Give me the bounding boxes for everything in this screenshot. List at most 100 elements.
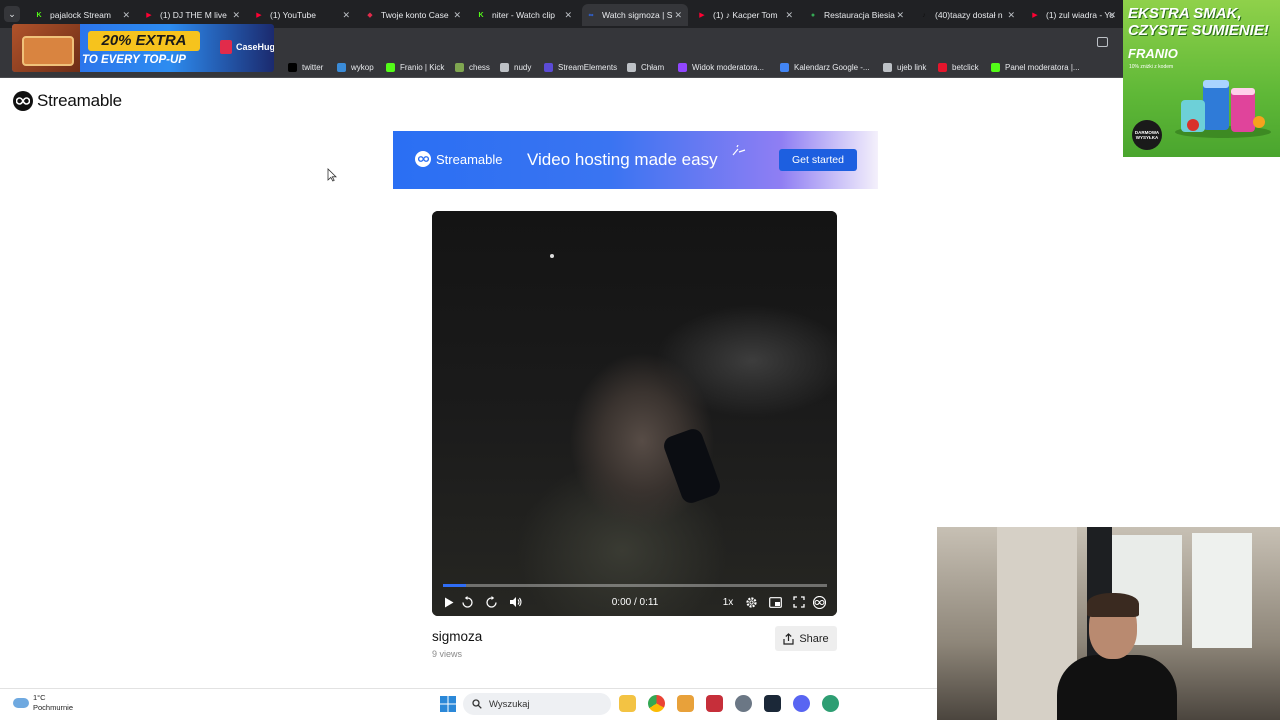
forward-icon[interactable]: [484, 595, 498, 609]
video-title: sigmoza: [432, 629, 483, 644]
tab-favicon-icon: K: [478, 11, 484, 19]
progress-fill: [443, 584, 467, 587]
weather-temperature: 1°C: [33, 693, 46, 702]
chrome-icon[interactable]: [648, 695, 665, 712]
rewind-icon[interactable]: [460, 595, 474, 609]
tab-close-icon[interactable]: ✕: [122, 10, 130, 21]
app-icon-green[interactable]: [822, 695, 839, 712]
volume-icon[interactable]: [508, 595, 522, 609]
translate-icon[interactable]: [1097, 37, 1108, 47]
browser-tab[interactable]: ◆ Twoje konto Case ✕: [361, 4, 467, 26]
casehug-ad-banner[interactable]: 20% EXTRA TO EVERY TOP-UP CaseHug: [12, 24, 274, 72]
browser-tab[interactable]: ▶ (1) DJ THE M live ✕: [140, 4, 246, 26]
weather-condition: Pochmurnie: [33, 703, 74, 712]
tab-close-icon[interactable]: ✕: [1007, 10, 1015, 21]
banner-logo-icon: [415, 151, 431, 167]
browser-tab[interactable]: ▶ (1) YouTube ✕: [250, 4, 356, 26]
app-icon-red[interactable]: [706, 695, 723, 712]
streamable-logo-icon: [13, 91, 33, 111]
tab-favicon-icon: ∞: [588, 11, 594, 19]
tab-close-icon[interactable]: ✕: [342, 10, 350, 21]
weather-widget[interactable]: 1°C Pochmurnie: [13, 693, 73, 713]
tab-close-icon[interactable]: ✕: [896, 10, 904, 21]
share-button[interactable]: Share: [775, 626, 837, 651]
tab-close-icon[interactable]: ✕: [453, 10, 461, 21]
streamable-logo[interactable]: Streamable: [13, 91, 122, 111]
franio-ad-banner[interactable]: EKSTRA SMAK, CZYSTE SUMIENIE! FRANIO 10%…: [1123, 0, 1280, 157]
video-player[interactable]: 0:00 / 0:11 1x: [432, 211, 837, 616]
browser-tab[interactable]: ▶ (1) ♪ Kacper Tom ✕: [693, 4, 799, 26]
ad-topup-text: TO EVERY TOP-UP: [82, 54, 186, 66]
browser-tab[interactable]: Kpajalock Stream ✕: [30, 4, 136, 26]
casehug-brand-text: CaseHug: [236, 42, 274, 52]
bookmark-label: Chłam: [641, 62, 665, 72]
bookmark-label: ujeb link: [897, 62, 927, 72]
browser-tab[interactable]: ▶ (1) zul wiadra - Yo ✕: [1026, 4, 1122, 26]
tab-title: (1) YouTube: [270, 10, 316, 20]
ad-extra-text: 20% EXTRA: [88, 31, 200, 51]
banner-tagline: Video hosting made easy: [527, 150, 718, 169]
bookmark-item[interactable]: ujeb link: [883, 61, 926, 73]
tab-title: Watch sigmoza | S: [602, 10, 673, 20]
ad-sub-text: 10% zniżki z kodem: [1129, 64, 1174, 70]
bookmark-item[interactable]: twitter: [288, 61, 323, 73]
tab-close-icon[interactable]: ✕: [785, 10, 793, 21]
browser-tab[interactable]: ♪ (40)taazy dostał n ✕: [915, 4, 1021, 26]
bookmark-item[interactable]: Widok moderatora...: [678, 61, 764, 73]
bookmark-label: Franio | Kick: [400, 62, 445, 72]
tab-title: (40)taazy dostał n: [935, 10, 1003, 20]
time-display: 0:00 / 0:11: [611, 596, 659, 608]
taskbar-search-input[interactable]: Wyszukaj: [463, 693, 611, 715]
streamable-player-logo-icon[interactable]: [812, 595, 826, 609]
file-explorer-icon[interactable]: [619, 695, 636, 712]
bookmark-label: chess: [469, 62, 490, 72]
bookmark-favicon-icon: [938, 62, 947, 72]
windows-start-icon[interactable]: [440, 696, 456, 712]
bookmark-favicon-icon: [288, 62, 297, 72]
cloud-icon: [13, 698, 29, 708]
get-started-button[interactable]: Get started: [779, 149, 857, 171]
bookmark-label: Widok moderatora...: [692, 62, 765, 72]
tab-close-icon[interactable]: ✕: [674, 10, 682, 21]
bookmark-item[interactable]: Kalendarz Google -...: [780, 61, 870, 73]
bookmark-item[interactable]: Panel moderatora |...: [991, 61, 1080, 73]
app-icon-orange[interactable]: [677, 695, 694, 712]
tab-close-icon[interactable]: ✕: [564, 10, 572, 21]
bookmark-label: nudy: [514, 62, 532, 72]
bookmark-item[interactable]: Franio | Kick: [386, 61, 444, 73]
play-icon[interactable]: [442, 595, 456, 609]
settings-gear-icon[interactable]: [744, 595, 758, 609]
tab-favicon-icon: K: [36, 11, 42, 19]
fullscreen-icon[interactable]: [792, 595, 806, 609]
tab-close-icon[interactable]: ✕: [232, 10, 240, 21]
browser-tab[interactable]: Kniter - Watch clip ✕: [472, 4, 578, 26]
playback-speed-button[interactable]: 1x: [719, 595, 737, 609]
progress-bar[interactable]: [443, 584, 827, 587]
bookmark-item[interactable]: chess: [455, 61, 490, 73]
tab-favicon-icon: ▶: [146, 12, 152, 19]
share-icon: [783, 632, 794, 645]
streamable-logo-text: Streamable: [37, 91, 122, 110]
bookmark-favicon-icon: [883, 62, 892, 72]
bookmark-item[interactable]: Chłam: [627, 61, 664, 73]
tab-title: pajalock Stream: [50, 10, 111, 20]
bookmark-item[interactable]: betclick: [938, 61, 979, 73]
steam-icon[interactable]: [764, 695, 781, 712]
settings-icon[interactable]: [735, 695, 752, 712]
browser-tab[interactable]: ∞ Watch sigmoza | S ✕: [582, 4, 688, 26]
webcam-hair: [1087, 593, 1139, 617]
picture-in-picture-icon[interactable]: [768, 595, 782, 609]
video-frame[interactable]: [432, 211, 837, 616]
tab-title: niter - Watch clip: [492, 10, 555, 20]
tab-search-button[interactable]: ⌄: [4, 6, 20, 22]
tab-title: (1) zul wiadra - Yo: [1046, 10, 1115, 20]
bookmark-item[interactable]: wykop: [337, 61, 374, 73]
browser-tab[interactable]: ● Restauracja Biesia ✕: [804, 4, 910, 26]
bookmark-item[interactable]: nudy: [500, 61, 531, 73]
tab-favicon-icon: ▶: [256, 12, 262, 19]
discord-icon[interactable]: [793, 695, 810, 712]
promo-banner[interactable]: Streamable Video hosting made easy Get s…: [393, 131, 878, 189]
tab-close-icon[interactable]: ✕: [1108, 10, 1116, 21]
bookmark-favicon-icon: [991, 62, 1000, 72]
bookmark-item[interactable]: StreamElements: [544, 61, 617, 73]
